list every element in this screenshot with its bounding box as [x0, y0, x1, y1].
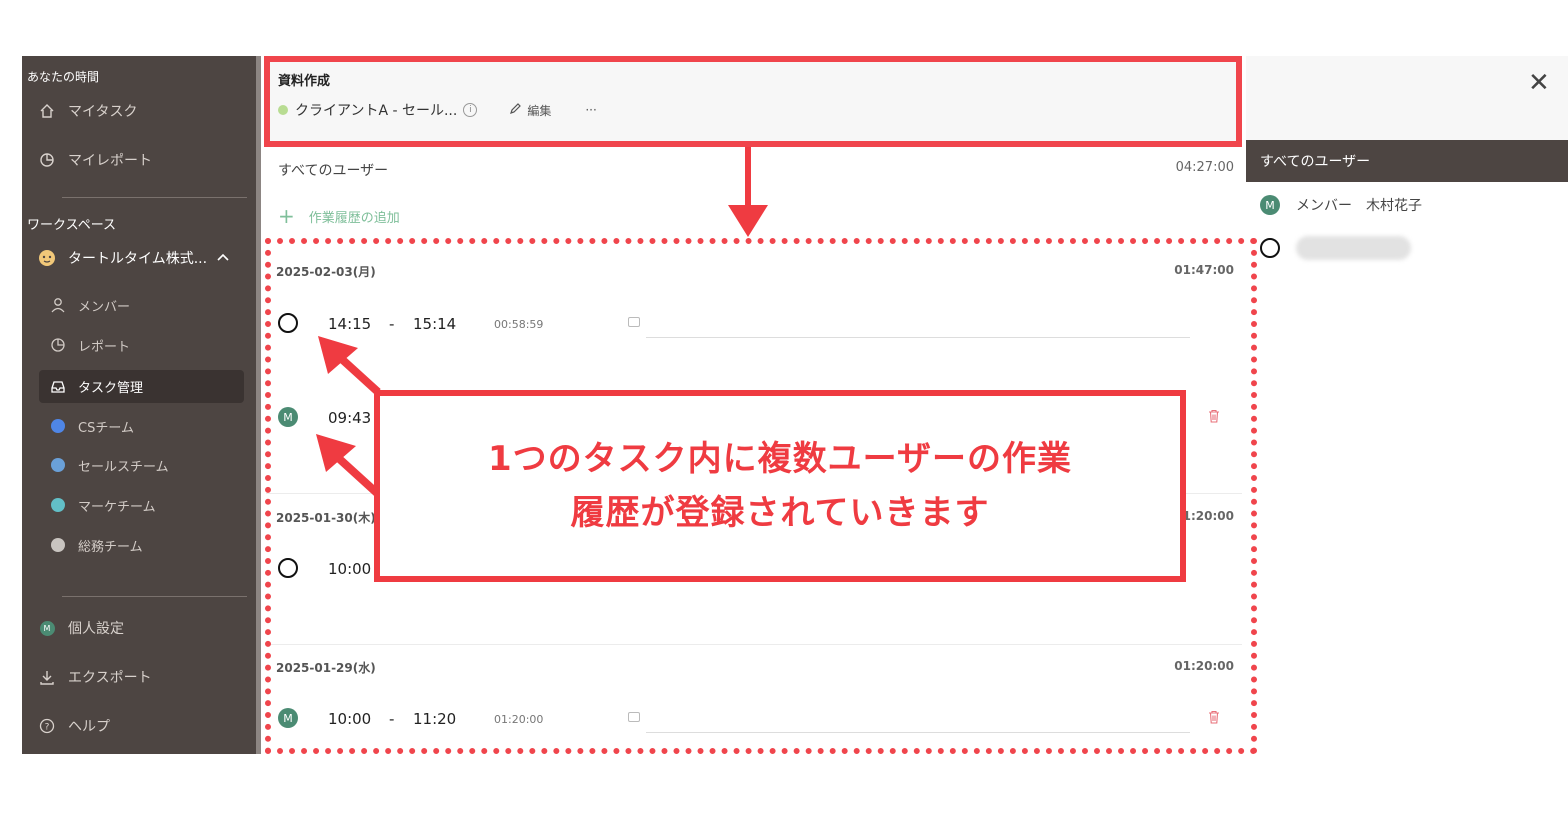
user-filter-item[interactable] [1260, 236, 1411, 260]
workspace-selector[interactable]: タートルタイム株式... [38, 243, 229, 273]
section-label-your-time: あなたの時間 [27, 70, 100, 84]
sidebar-item-label: マーケチーム [78, 499, 156, 515]
sidebar-item-members[interactable]: メンバー [50, 290, 130, 320]
download-icon [38, 668, 56, 686]
home-icon [38, 102, 56, 120]
blurred-user-name [1296, 236, 1411, 260]
help-icon: ? [38, 717, 56, 735]
sidebar-item-personal-settings[interactable]: M 個人設定 [38, 613, 124, 643]
turtle-logo-icon [38, 249, 56, 267]
user-filter-all[interactable]: すべてのユーザー [1246, 140, 1568, 182]
sidebar-item-label: メンバー [78, 299, 131, 315]
sidebar-item-report[interactable]: レポート [50, 330, 130, 360]
sidebar-item-team-sales[interactable]: セールスチーム [50, 450, 169, 480]
annotation-callout: 1つのタスク内に複数ユーザーの作業 履歴が登録されていきます [374, 390, 1186, 582]
user-filter-panel: ✕ すべてのユーザー M メンバー 木村花子 [1246, 56, 1568, 754]
pie-chart-icon [50, 337, 66, 353]
callout-line-1: 1つのタスク内に複数ユーザーの作業 [488, 439, 1072, 479]
sidebar-item-label: マイタスク [68, 104, 138, 120]
callout-line-2: 履歴が登録されていきます [570, 493, 990, 533]
sidebar-item-label: ヘルプ [68, 719, 110, 735]
add-history-button[interactable]: + 作業履歴の追加 [278, 206, 400, 226]
sidebar-item-label: レポート [78, 339, 131, 355]
plus-icon: + [278, 204, 295, 228]
all-users-total: 04:27:00 [1175, 160, 1234, 175]
add-history-label: 作業履歴の追加 [308, 210, 400, 226]
user-icon [50, 297, 66, 313]
member-avatar: M [1260, 195, 1280, 215]
sidebar-item-label: 個人設定 [68, 621, 124, 637]
face-avatar-icon [1260, 238, 1280, 258]
panel-top-bar: ✕ [1246, 56, 1568, 140]
sidebar-item-label: セールスチーム [78, 459, 169, 475]
workspace-name: タートルタイム株式... [68, 251, 208, 267]
sidebar-item-my-task[interactable]: マイタスク [38, 96, 137, 126]
sidebar-divider [62, 197, 247, 198]
sidebar-item-task-management[interactable]: タスク管理 [39, 370, 244, 403]
avatar: M [38, 619, 56, 637]
team-marketing-icon [50, 497, 66, 513]
sidebar: あなたの時間 マイタスク マイレポート ワークスペース タートルタイム株式...… [22, 56, 256, 754]
pie-chart-icon [38, 151, 56, 169]
sidebar-item-my-report[interactable]: マイレポート [38, 145, 152, 175]
sidebar-item-team-marketing[interactable]: マーケチーム [50, 490, 156, 520]
user-role: メンバー [1296, 198, 1352, 214]
annotation-highlight-task-header [264, 56, 1242, 147]
team-cs-icon [50, 418, 66, 434]
inbox-icon [50, 379, 66, 395]
user-name: 木村花子 [1366, 198, 1422, 214]
annotation-arrow-down [728, 147, 768, 237]
section-label-workspace: ワークスペース [27, 218, 117, 233]
sidebar-scrollbar[interactable] [256, 56, 261, 754]
sidebar-item-label: 総務チーム [78, 539, 143, 555]
sidebar-item-label: タスク管理 [78, 381, 144, 396]
team-general-icon [50, 537, 66, 553]
sidebar-item-label: マイレポート [68, 153, 152, 169]
svg-text:?: ? [45, 723, 50, 733]
sidebar-item-label: CSチーム [78, 420, 134, 436]
chevron-up-icon [217, 250, 229, 266]
sidebar-item-team-general[interactable]: 総務チーム [50, 530, 143, 560]
close-icon[interactable]: ✕ [1528, 68, 1550, 98]
sidebar-item-label: エクスポート [68, 670, 152, 686]
team-sales-icon [50, 457, 66, 473]
all-users-label: すべてのユーザー [278, 163, 389, 179]
user-filter-item[interactable]: M メンバー 木村花子 [1260, 195, 1422, 215]
sidebar-item-help[interactable]: ? ヘルプ [38, 711, 110, 741]
sidebar-item-export[interactable]: エクスポート [38, 662, 152, 692]
sidebar-item-team-cs[interactable]: CSチーム [50, 411, 134, 441]
sidebar-divider [62, 596, 247, 597]
